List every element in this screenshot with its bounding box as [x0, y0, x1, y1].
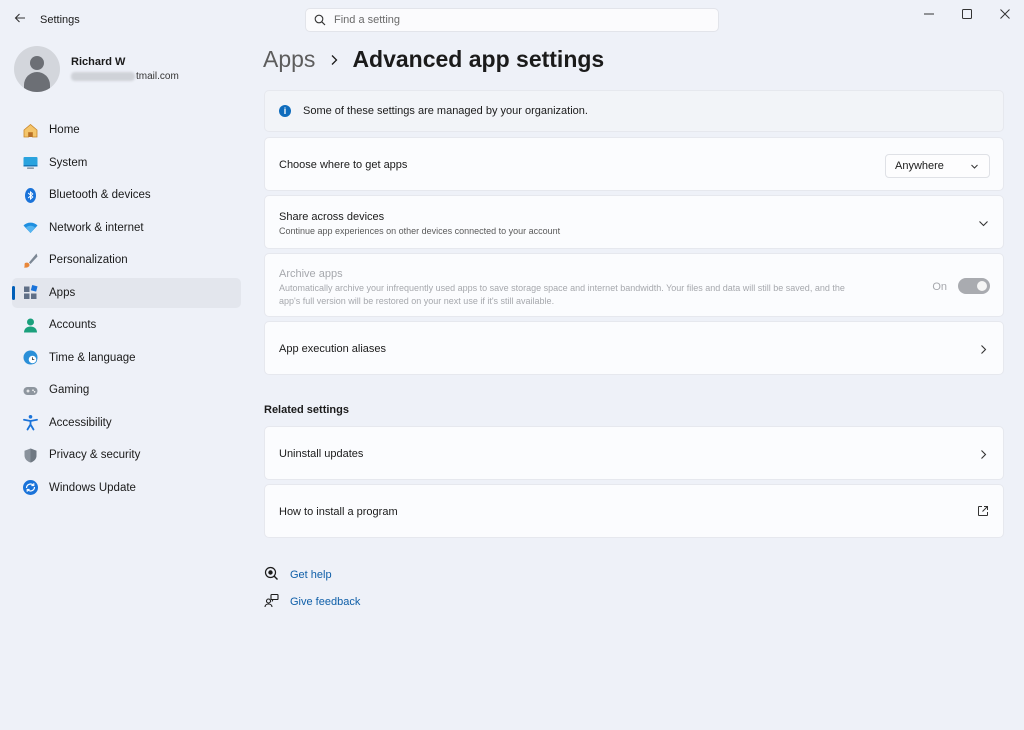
breadcrumb: Apps Advanced app settings: [263, 46, 604, 73]
setting-title: App execution aliases: [279, 343, 387, 355]
sidebar-item-bluetooth[interactable]: Bluetooth & devices: [12, 180, 241, 210]
archive-apps-toggle[interactable]: [958, 278, 990, 294]
toggle-knob: [977, 281, 987, 291]
chevron-down-icon: [971, 164, 978, 169]
home-icon: [21, 121, 39, 139]
app-title: Settings: [40, 14, 80, 26]
setting-title: Choose where to get apps: [279, 159, 408, 171]
sidebar-item-windows-update[interactable]: Windows Update: [12, 473, 241, 503]
sidebar-item-accounts[interactable]: Accounts: [12, 310, 241, 340]
search-input[interactable]: [334, 14, 694, 26]
share-across-devices-setting[interactable]: Share across devices Continue app experi…: [264, 195, 1004, 249]
sidebar-item-gaming[interactable]: Gaming: [12, 375, 241, 405]
get-help-label: Get help: [290, 569, 332, 581]
maximize-icon: [962, 9, 972, 19]
breadcrumb-parent-link[interactable]: Apps: [263, 46, 315, 73]
apps-icon: [21, 284, 39, 302]
setting-subtitle-line2: app's full version will be restored on y…: [279, 296, 555, 306]
sidebar-item-label: Accounts: [49, 319, 97, 331]
app-execution-aliases-link[interactable]: App execution aliases: [264, 321, 1004, 375]
external-link-icon: [977, 505, 989, 517]
profile-name: Richard W: [71, 56, 126, 68]
setting-title: How to install a program: [279, 506, 398, 518]
sidebar-item-label: Personalization: [49, 254, 128, 266]
sidebar-item-label: Accessibility: [49, 416, 112, 429]
sidebar-item-label: Network & internet: [49, 221, 144, 234]
setting-subtitle: Continue app experiences on other device…: [279, 226, 561, 236]
profile-email-domain: tmail.com: [136, 71, 179, 82]
help-icon: [264, 566, 279, 584]
back-button[interactable]: [8, 6, 32, 30]
give-feedback-link[interactable]: Give feedback: [264, 593, 360, 611]
search-icon: [314, 14, 326, 26]
sidebar-item-label: Privacy & security: [49, 449, 141, 461]
sidebar-item-home[interactable]: Home: [12, 115, 241, 145]
profile-email: tmail.com: [71, 71, 179, 82]
close-icon: [1000, 9, 1010, 19]
setting-subtitle-line1: Automatically archive your infrequently …: [279, 283, 845, 293]
email-redaction: [71, 72, 135, 81]
sidebar-item-time-language[interactable]: Time & language: [12, 343, 241, 373]
system-icon: [21, 154, 39, 172]
sidebar-item-label: Bluetooth & devices: [49, 189, 151, 201]
accessibility-icon: [21, 414, 39, 432]
minimize-icon: [924, 13, 934, 15]
sidebar-item-label: Home: [49, 124, 80, 136]
update-icon: [21, 479, 39, 497]
info-icon: i: [279, 105, 291, 117]
archive-apps-setting: Archive apps Automatically archive your …: [264, 253, 1004, 317]
related-settings-heading: Related settings: [264, 404, 349, 416]
close-button[interactable]: [986, 0, 1024, 28]
chevron-down-icon[interactable]: [977, 217, 989, 229]
get-help-link[interactable]: Get help: [264, 566, 332, 584]
managed-info-banner: i Some of these settings are managed by …: [264, 90, 1004, 132]
feedback-icon: [264, 593, 279, 611]
chevron-right-icon: [977, 343, 989, 355]
get-apps-setting: Choose where to get apps Anywhere: [264, 137, 1004, 191]
chevron-right-icon: [329, 54, 339, 66]
user-profile[interactable]: Richard W tmail.com: [14, 46, 179, 92]
uninstall-updates-link[interactable]: Uninstall updates: [264, 426, 1004, 480]
bluetooth-icon: [21, 186, 39, 204]
how-to-install-program-link[interactable]: How to install a program: [264, 484, 1004, 538]
window-controls: [910, 0, 1024, 28]
sidebar-item-network[interactable]: Network & internet: [12, 213, 241, 243]
give-feedback-label: Give feedback: [290, 596, 361, 608]
sidebar-item-label: Time & language: [49, 351, 136, 364]
chevron-right-icon: [977, 448, 989, 460]
wifi-icon: [21, 219, 39, 237]
maximize-button[interactable]: [948, 0, 986, 28]
setting-title: Archive apps: [279, 268, 343, 280]
get-apps-dropdown[interactable]: Anywhere: [885, 154, 990, 178]
title-bar: Settings: [0, 0, 1024, 40]
sidebar-item-label: System: [49, 156, 88, 169]
info-banner-text: Some of these settings are managed by yo…: [303, 105, 588, 117]
setting-title: Uninstall updates: [279, 448, 364, 460]
setting-title: Share across devices: [279, 211, 385, 223]
minimize-button[interactable]: [910, 0, 948, 28]
sidebar-item-personalization[interactable]: Personalization: [12, 245, 241, 275]
sidebar-item-accessibility[interactable]: Accessibility: [12, 408, 241, 438]
sidebar-item-label: Apps: [49, 286, 76, 299]
sidebar-item-privacy-security[interactable]: Privacy & security: [12, 440, 241, 470]
sidebar-item-system[interactable]: System: [12, 148, 241, 178]
sidebar-item-label: Windows Update: [49, 481, 136, 494]
accounts-icon: [21, 316, 39, 334]
brush-icon: [21, 251, 39, 269]
sidebar-item-apps[interactable]: Apps: [12, 277, 241, 308]
globe-clock-icon: [21, 349, 39, 367]
search-box[interactable]: [305, 8, 719, 32]
avatar: [14, 46, 60, 92]
toggle-state-label: On: [932, 281, 947, 293]
sidebar-nav: Home System Bluetooth & devices Network …: [12, 115, 241, 505]
back-arrow-icon: [14, 13, 25, 23]
gamepad-icon: [21, 381, 39, 399]
page-title: Advanced app settings: [352, 46, 605, 72]
dropdown-selected-value: Anywhere: [895, 160, 944, 172]
shield-icon: [21, 446, 39, 464]
sidebar-item-label: Gaming: [49, 384, 90, 396]
